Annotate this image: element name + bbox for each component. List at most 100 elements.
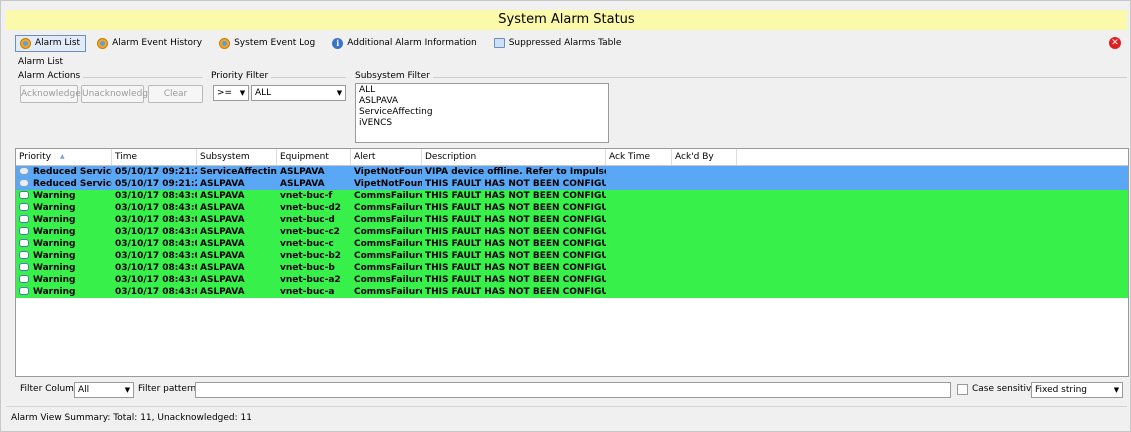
cell-description: THIS FAULT HAS NOT BEEN CONFIGURED — [425, 287, 606, 297]
cell-description: THIS FAULT HAS NOT BEEN CONFIGURED — [425, 239, 606, 249]
table-row[interactable]: Warning 03/10/17 08:43:09ASLPAVA vnet-buc-… — [16, 226, 1128, 238]
table-row[interactable]: Reduced Service05/10/17 09:21:20ServiceA… — [16, 166, 1128, 178]
tab-suppressed-alarms[interactable]: Suppressed Alarms Table — [489, 35, 628, 52]
priority-text: Reduced Service — [33, 179, 112, 189]
column-header-equipment[interactable]: Equipment — [277, 149, 351, 165]
section-label: Alarm List — [18, 57, 64, 67]
cell-equipment: ASLPAVA — [280, 167, 325, 177]
alarm-table[interactable]: Priority ▲ Time Subsystem Equipment Aler… — [15, 148, 1129, 377]
column-header-ack-time[interactable]: Ack Time — [606, 149, 672, 165]
priority-text: Warning — [33, 275, 76, 285]
tab-alarm-list[interactable]: Alarm List — [15, 34, 87, 52]
table-row[interactable]: Warning 03/10/17 08:43:09ASLPAVA vnet-buc-… — [16, 274, 1128, 286]
cell-subsystem: ASLPAVA — [200, 179, 245, 189]
cell-priority: Warning — [16, 226, 112, 238]
cell-description: VIPA device offline. Refer to Impulse. — [425, 167, 606, 177]
priority-text: Warning — [33, 191, 76, 201]
info-icon: i — [332, 37, 344, 49]
table-row[interactable]: Warning 03/10/17 08:43:09ASLPAVA vnet-buc-… — [16, 238, 1128, 250]
speech-bubble-icon — [19, 227, 29, 235]
tab-additional-alarm-info[interactable]: i Additional Alarm Information — [327, 35, 482, 52]
cell-time: 05/10/17 09:21:20 — [115, 167, 197, 177]
cell-time: 03/10/17 08:43:09 — [115, 227, 197, 237]
cell-time: 03/10/17 08:43:09 — [115, 215, 197, 225]
case-sensitive-label: Case sensitive — [972, 384, 1037, 394]
chevron-down-icon: ▼ — [239, 89, 246, 97]
column-header-description[interactable]: Description — [422, 149, 606, 165]
tab-alarm-event-history[interactable]: Alarm Event History — [92, 35, 208, 52]
tab-system-event-log[interactable]: System Event Log — [214, 35, 321, 52]
cell-time: 03/10/17 08:43:09 — [115, 275, 197, 285]
list-item[interactable]: ALL — [359, 85, 605, 96]
cell-ack-time — [606, 286, 672, 298]
table-row[interactable]: Warning 03/10/17 08:43:09ASLPAVA vnet-buc-… — [16, 286, 1128, 298]
cell-equipment: vnet-buc-b2 — [280, 251, 342, 261]
list-item[interactable]: ServiceAffecting — [359, 107, 605, 118]
filter-mode-select[interactable]: Fixed string ▼ — [1031, 382, 1123, 398]
cell-time: 03/10/17 08:43:09 — [115, 239, 197, 249]
table-row[interactable]: Warning 03/10/17 08:43:09ASLPAVA vnet-buc-… — [16, 190, 1128, 202]
cell-description: THIS FAULT HAS NOT BEEN CONFIGURED — [425, 227, 606, 237]
column-label: Priority — [19, 152, 52, 162]
cell-alert: CommsFailure — [354, 227, 422, 237]
filter-pattern-label: Filter pattern: — [138, 384, 200, 394]
cell-description: THIS FAULT HAS NOT BEEN CONFIGURED — [425, 191, 606, 201]
chevron-down-icon: ▼ — [124, 386, 131, 394]
unacknowledge-button[interactable]: Unacknowledge — [81, 85, 154, 103]
filter-pattern-input[interactable] — [195, 382, 951, 398]
cell-ackd-by — [672, 214, 737, 226]
column-header-time[interactable]: Time — [112, 149, 197, 165]
cell-subsystem: ASLPAVA — [200, 191, 245, 201]
case-sensitive-checkbox[interactable] — [957, 384, 968, 395]
clear-button[interactable]: Clear — [148, 85, 203, 103]
table-row[interactable]: Warning 03/10/17 08:43:09ASLPAVA vnet-buc-… — [16, 262, 1128, 274]
cell-priority: Warning — [16, 238, 112, 250]
acknowledge-button[interactable]: Acknowledge — [20, 85, 81, 103]
table-row[interactable]: Warning 03/10/17 08:43:09ASLPAVA vnet-buc-… — [16, 214, 1128, 226]
priority-text: Reduced Service — [33, 167, 112, 177]
cell-ack-time — [606, 202, 672, 214]
column-header-subsystem[interactable]: Subsystem — [197, 149, 277, 165]
clock-icon — [20, 37, 31, 49]
cell-alert: CommsFailure — [354, 191, 422, 201]
cell-ackd-by — [672, 286, 737, 298]
list-item[interactable]: ASLPAVA — [359, 96, 605, 107]
priority-text: Warning — [33, 251, 76, 261]
column-header-ackd-by[interactable]: Ack'd By — [672, 149, 737, 165]
cell-equipment: ASLPAVA — [280, 179, 325, 189]
table-row[interactable]: Warning 03/10/17 08:43:09ASLPAVA vnet-buc-… — [16, 250, 1128, 262]
priority-value-select[interactable]: ALL ▼ — [251, 85, 346, 101]
group-divider — [355, 77, 1127, 78]
priority-operator-select[interactable]: >= ▼ — [213, 85, 249, 101]
tab-label: Alarm List — [35, 38, 81, 48]
cell-subsystem: ASLPAVA — [200, 263, 245, 273]
filter-column-select[interactable]: All ▼ — [74, 382, 134, 398]
priority-operator-value: >= — [217, 88, 233, 98]
table-header: Priority ▲ Time Subsystem Equipment Aler… — [16, 149, 1128, 166]
subsystem-filter-list[interactable]: ALL ASLPAVA ServiceAffecting iVENCS — [355, 83, 609, 143]
cell-equipment: vnet-buc-c2 — [280, 227, 340, 237]
cell-subsystem: ASLPAVA — [200, 275, 245, 285]
cell-alert: CommsFailure — [354, 239, 422, 249]
cell-alert: CommsFailure — [354, 263, 422, 273]
status-bar: Alarm View Summary: Total: 11, Unacknowl… — [6, 406, 1127, 428]
cell-description: THIS FAULT HAS NOT BEEN CONFIGURED — [425, 251, 606, 261]
cell-priority: Reduced Service — [16, 178, 112, 190]
cell-subsystem: ASLPAVA — [200, 287, 245, 297]
priority-text: Warning — [33, 227, 76, 237]
cell-ack-time — [606, 274, 672, 286]
toolbar: Alarm List Alarm Event History System Ev… — [15, 34, 1123, 52]
column-header-priority[interactable]: Priority ▲ — [16, 149, 112, 165]
clock-icon — [219, 37, 231, 49]
table-row[interactable]: Reduced Service05/10/17 09:21:20ASLPAVAA… — [16, 178, 1128, 190]
cell-equipment: vnet-buc-a — [280, 287, 335, 297]
list-item[interactable]: iVENCS — [359, 118, 605, 129]
speech-bubble-icon — [19, 251, 29, 259]
cell-time: 03/10/17 08:43:09 — [115, 191, 197, 201]
chevron-down-icon: ▼ — [1113, 386, 1120, 394]
close-icon[interactable]: ✕ — [1109, 37, 1121, 49]
priority-text: Warning — [33, 287, 76, 297]
column-header-alert[interactable]: Alert — [351, 149, 422, 165]
table-row[interactable]: Warning 03/10/17 08:43:09ASLPAVA vnet-buc-… — [16, 202, 1128, 214]
cell-subsystem: ASLPAVA — [200, 251, 245, 261]
